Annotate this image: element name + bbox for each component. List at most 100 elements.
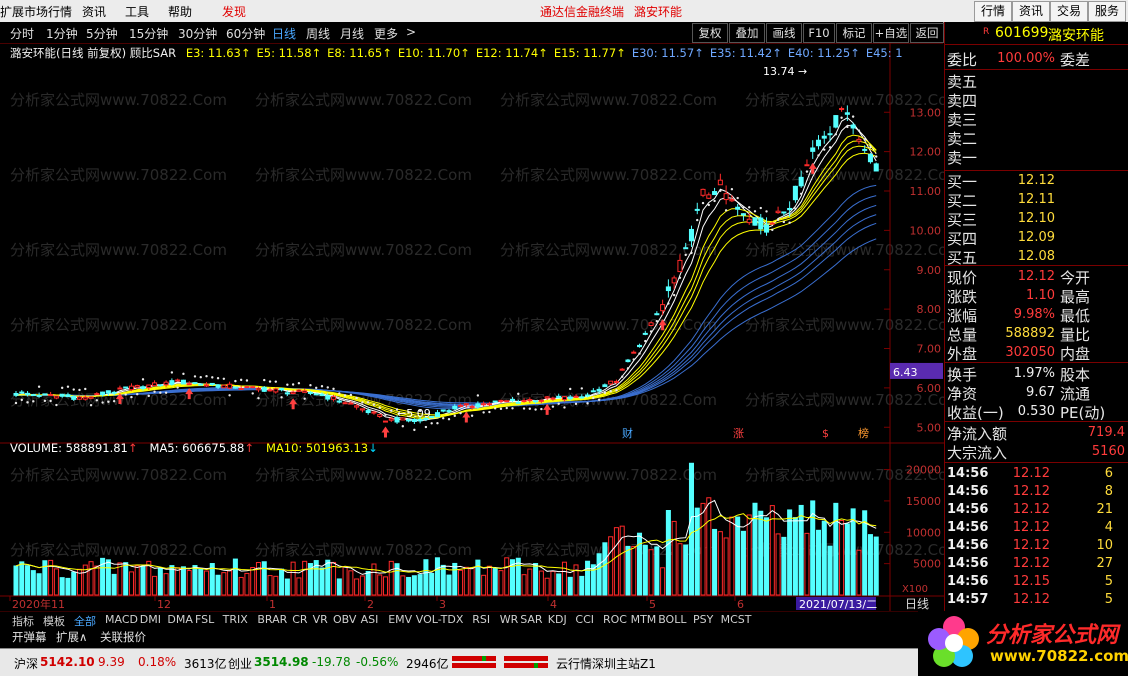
candle-body <box>186 383 192 386</box>
kline-chart[interactable]: 分析家公式网www.70822.Com 分析家公式网www.70822.Com 分析… <box>0 43 944 611</box>
indicator-tab[interactable]: BOLL <box>658 613 686 626</box>
volume-bar <box>602 542 608 596</box>
candle-body <box>492 400 498 403</box>
sar-dot <box>326 386 329 389</box>
indicator-tab[interactable]: ASI <box>361 613 379 626</box>
period-intraday[interactable]: 分时 <box>10 25 34 42</box>
period-30min[interactable]: 30分钟 <box>178 25 217 42</box>
indicator-tab[interactable]: FSL <box>195 613 214 626</box>
sar-dot <box>193 375 197 378</box>
period-1min[interactable]: 1分钟 <box>46 25 78 42</box>
indicator-tab[interactable]: DMI <box>140 613 161 626</box>
candle-body <box>821 135 827 139</box>
indicator-tab[interactable]: PSY <box>693 613 713 626</box>
menu-help[interactable]: 帮助 <box>168 3 192 20</box>
add-watchlist-button[interactable]: +自选 <box>873 23 909 43</box>
volume-bar <box>521 574 527 596</box>
sar-dot <box>291 383 295 386</box>
menu-discover[interactable]: 发现 <box>222 3 246 20</box>
trade-button[interactable]: 交易 <box>1050 1 1088 22</box>
indicator-tab[interactable]: CCI <box>575 613 594 626</box>
volume-bar <box>787 509 793 596</box>
f10-button[interactable]: F10 <box>803 23 835 43</box>
draw-button[interactable]: 画线 <box>766 23 802 43</box>
mark-button[interactable]: 标记 <box>836 23 872 43</box>
indicator-tab[interactable]: MTM <box>631 613 657 626</box>
candle-body <box>82 396 88 400</box>
indicator-tab[interactable]: SAR <box>520 613 542 626</box>
logo-title: 分析家公式网 <box>986 623 1119 648</box>
indicator-tab[interactable]: WR <box>500 613 519 626</box>
sar-dot <box>742 206 745 209</box>
indicator-tab[interactable]: CR <box>292 613 307 626</box>
candle-body <box>128 385 134 391</box>
expand-toggle[interactable]: 扩展∧ <box>56 629 87 645</box>
candle-body <box>850 124 856 129</box>
back-button[interactable]: 返回 <box>910 23 944 43</box>
volume-bar <box>36 573 42 596</box>
volume-bar <box>567 576 573 596</box>
menu-extended-market[interactable]: 扩展市场行情 <box>0 3 72 20</box>
danmu-toggle[interactable]: 开弹幕 <box>12 629 47 645</box>
candle-body <box>388 418 394 421</box>
volume-bar <box>504 557 510 596</box>
related-quote-toggle[interactable]: 关联报价 <box>100 629 146 645</box>
indicator-tab[interactable]: 全部 <box>74 613 96 629</box>
indicator-tab[interactable]: 指标 <box>12 613 34 629</box>
volume-bar <box>839 519 845 596</box>
buy-level-price: 12.09 <box>1017 230 1055 245</box>
sar-dot <box>759 206 762 210</box>
period-60min[interactable]: 60分钟 <box>226 25 265 42</box>
sh-pct: 0.18% <box>138 655 177 669</box>
sar-dot <box>597 398 601 401</box>
quote-button[interactable]: 行情 <box>974 1 1012 22</box>
volume-bar <box>498 570 504 596</box>
high-label: 13.74 → <box>763 65 807 78</box>
indicator-tab[interactable]: EMV <box>388 613 412 626</box>
news-button[interactable]: 资讯 <box>1012 1 1050 22</box>
candle-body <box>515 401 521 404</box>
indicator-tab[interactable]: OBV <box>333 613 356 626</box>
tick-volume: 21 <box>1096 502 1113 517</box>
indicator-tab[interactable]: RSI <box>472 613 490 626</box>
candle-body <box>521 399 527 402</box>
indicator-tab[interactable]: MCST <box>721 613 752 626</box>
tick-price: 12.12 <box>1012 466 1050 481</box>
sar-dot <box>130 395 133 399</box>
period-5min[interactable]: 5分钟 <box>86 25 118 42</box>
candle-body <box>203 384 210 387</box>
menu-tools[interactable]: 工具 <box>125 3 149 20</box>
watermark-text: 分析家公式网www.70822.Com <box>10 466 227 484</box>
sar-dot <box>309 383 312 387</box>
server-name[interactable]: 云行情深圳主站Z1 <box>556 655 656 672</box>
chevron-right-icon[interactable]: > <box>406 25 416 39</box>
watermark-text: 分析家公式网www.70822.Com <box>10 91 227 109</box>
legend-arrow-icon: ↑ <box>127 441 138 455</box>
period-15min[interactable]: 15分钟 <box>129 25 168 42</box>
menu-info[interactable]: 资讯 <box>82 3 106 20</box>
indicator-tab[interactable]: 模板 <box>43 613 65 629</box>
volume-bar <box>798 504 804 596</box>
indicator-tab[interactable]: BRAR <box>257 613 287 626</box>
indicator-tab[interactable]: KDJ <box>548 613 567 626</box>
flow-value: 5160 <box>1091 444 1125 459</box>
period-daily[interactable]: 日线 <box>272 25 296 42</box>
indicator-tab[interactable]: MACD <box>105 613 138 626</box>
sh-amount: 3613亿 <box>184 657 227 671</box>
candle-body <box>498 399 504 402</box>
service-button[interactable]: 服务 <box>1088 1 1126 22</box>
period-more[interactable]: 更多 <box>374 25 398 42</box>
indicator-tab[interactable]: VOL-TDX <box>416 613 464 626</box>
indicator-tab[interactable]: DMA <box>167 613 193 626</box>
period-weekly[interactable]: 周线 <box>306 25 330 42</box>
candle-body <box>53 395 59 399</box>
volume-bar <box>365 570 371 596</box>
indicator-tab[interactable]: VR <box>313 613 328 626</box>
indicator-tab[interactable]: TRIX <box>223 613 248 626</box>
info-label-2: PE(动) <box>1060 404 1106 422</box>
period-monthly[interactable]: 月线 <box>340 25 364 42</box>
candle-body <box>348 402 354 405</box>
indicator-tab[interactable]: ROC <box>603 613 627 626</box>
adjust-button[interactable]: 复权 <box>692 23 728 43</box>
overlay-button[interactable]: 叠加 <box>729 23 765 43</box>
